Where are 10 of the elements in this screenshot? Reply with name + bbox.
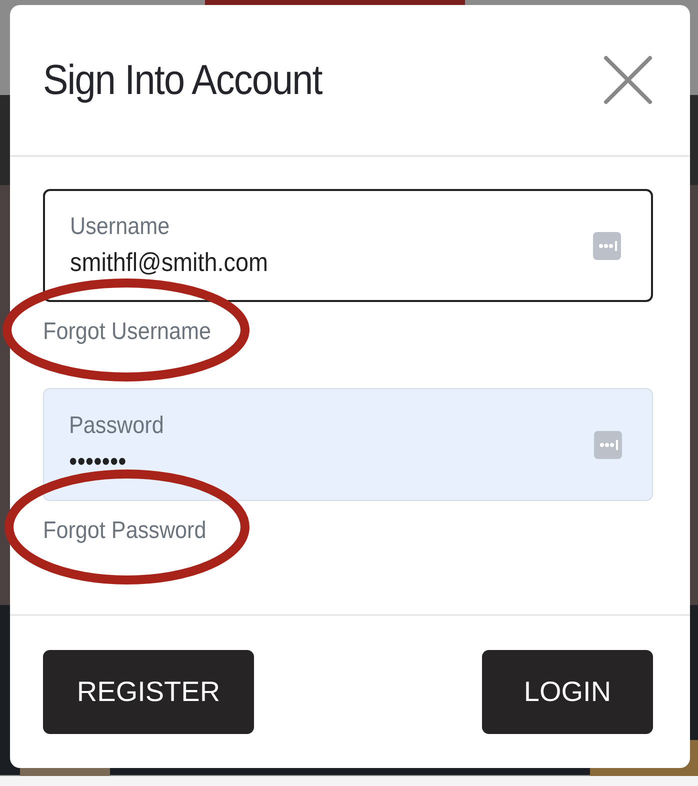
password-manager-icon[interactable] bbox=[594, 430, 622, 458]
forgot-username-link[interactable]: Forgot Username bbox=[43, 318, 212, 346]
login-button[interactable]: LOGIN bbox=[482, 650, 653, 734]
close-button[interactable] bbox=[602, 54, 654, 106]
forgot-password-link[interactable]: Forgot Password bbox=[43, 517, 206, 545]
password-manager-icon[interactable] bbox=[593, 232, 621, 260]
password-field[interactable]: Password ••••••• bbox=[43, 388, 653, 501]
dialog-title: Sign Into Account bbox=[43, 56, 322, 104]
username-field[interactable]: Username smithfl@smith.com bbox=[43, 189, 653, 302]
register-button[interactable]: REGISTER bbox=[43, 650, 254, 734]
